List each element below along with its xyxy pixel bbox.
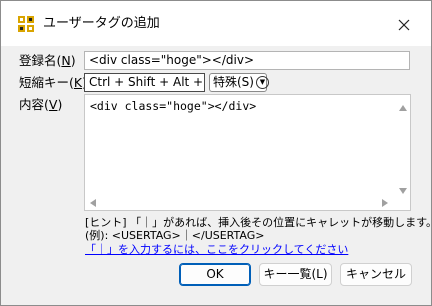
shortcut-field[interactable]: Ctrl + Shift + Alt + H [84,73,205,92]
scroll-right-icon[interactable] [382,199,388,207]
content-textarea[interactable]: <div class="hoge"></div> [84,94,411,211]
dialog-window: ユーザータグの追加 登録名(N) <div class="hoge"></div… [0,0,432,306]
close-icon[interactable] [393,14,415,36]
hint-line-2: (例): <USERTAG>｜</USERTAG> [85,229,265,242]
cancel-button[interactable]: キャンセル [340,263,412,286]
content-label: 内容(V) [19,97,63,112]
chevron-down-icon: ▼ [255,76,269,89]
vertical-scrollbar[interactable] [395,95,410,210]
scroll-up-icon[interactable] [399,105,407,111]
name-label: 登録名(N) [19,53,76,68]
key-list-button[interactable]: キー一覧(L) [259,263,332,286]
special-key-combo-label: 特殊(S) [213,75,254,89]
window-title: ユーザータグの追加 [43,16,160,31]
name-field[interactable]: <div class="hoge"></div> [84,51,410,70]
scroll-down-icon[interactable] [399,188,407,194]
scroll-left-icon[interactable] [90,199,96,207]
insert-caret-link[interactable]: 「｜」を入力するには、ここをクリックしてください [85,243,348,256]
app-icon [18,16,34,32]
special-key-combo[interactable]: 特殊(S) ▼ [209,73,269,92]
hint-line-1: [ヒント] 「｜」があれば、挿入後その位置にキャレットが移動します。 [85,216,432,229]
title-bar[interactable]: ユーザータグの追加 [1,1,431,46]
ok-button[interactable]: OK [179,263,251,286]
horizontal-scrollbar[interactable] [85,196,410,210]
content-text[interactable]: <div class="hoge"></div> [90,99,256,114]
shortcut-label: 短縮キー(K) [19,75,87,90]
